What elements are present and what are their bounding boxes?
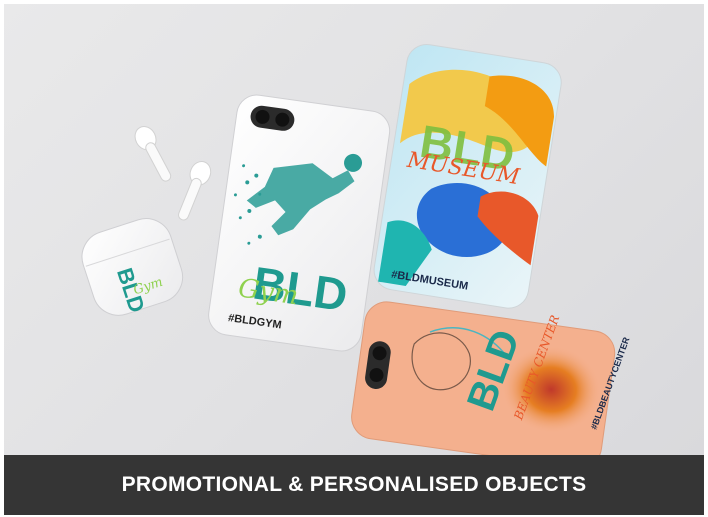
- product-photo: BLD Gym BLD Gym #BLDGYM BLD MUSEUM #BLDM…: [4, 4, 704, 455]
- card-caption: PROMOTIONAL & PERSONALISED OBJECTS: [121, 473, 587, 496]
- museum-phone-case: BLD MUSEUM #BLDMUSEUM: [373, 43, 562, 309]
- earbuds-case: BLD Gym: [81, 218, 184, 316]
- earbud-left: [134, 126, 172, 182]
- gym-phone-case: BLD Gym #BLDGYM: [208, 94, 391, 352]
- beauty-phone-case: BLD BEAUTY CENTER #BLDBEAUTYCENTER: [351, 301, 632, 455]
- earbud-right: [178, 160, 212, 221]
- caption-bar[interactable]: PROMOTIONAL & PERSONALISED OBJECTS: [4, 455, 704, 515]
- product-card[interactable]: BLD Gym BLD Gym #BLDGYM BLD MUSEUM #BLDM…: [0, 0, 708, 517]
